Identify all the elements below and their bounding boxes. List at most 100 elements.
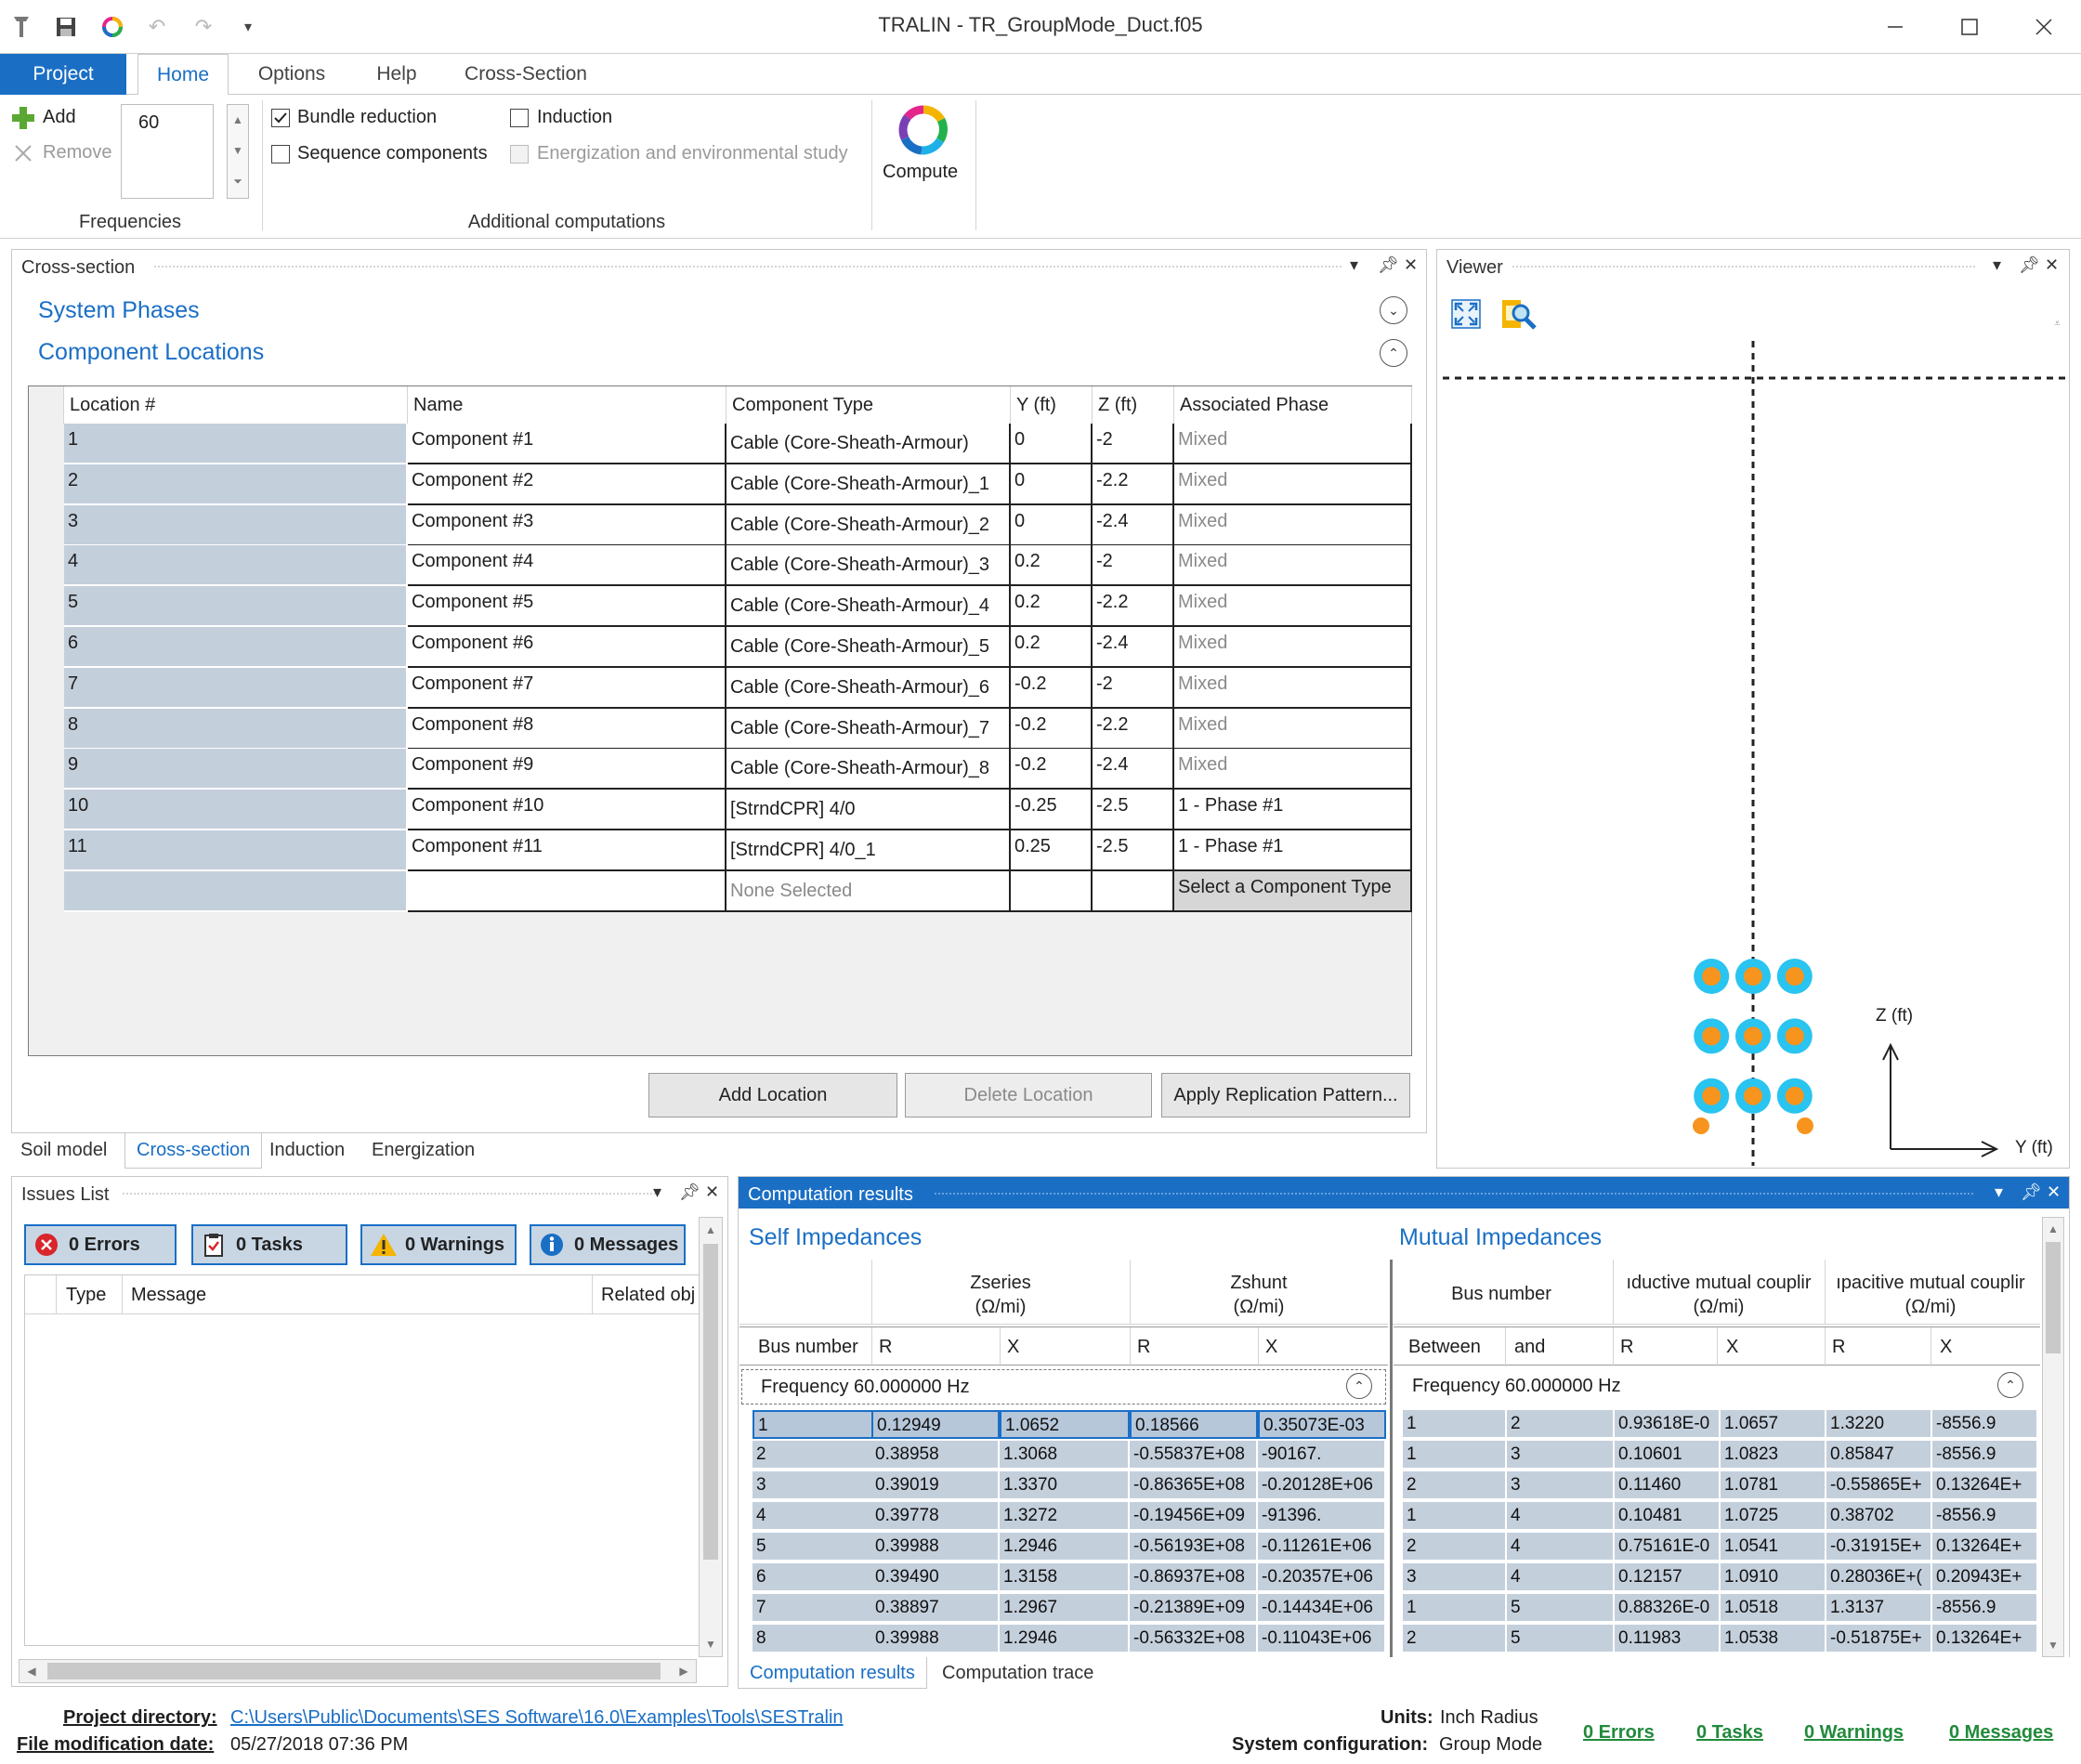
location-cell[interactable]: 3 bbox=[64, 504, 408, 546]
chevron-up-icon[interactable]: ⌃ bbox=[1380, 339, 1407, 367]
column-header[interactable]: X bbox=[1940, 1337, 1952, 1358]
chevron-up-icon[interactable]: ▲ bbox=[2043, 1218, 2063, 1240]
impedance-cell[interactable]: -0.55837E+08 bbox=[1130, 1441, 1258, 1470]
y-cell[interactable]: 0.2 bbox=[1011, 545, 1093, 587]
phase-cell[interactable]: Mixed bbox=[1174, 424, 1412, 464]
y-cell[interactable]: 0.2 bbox=[1011, 586, 1093, 628]
chevron-left-icon[interactable]: ◀ bbox=[20, 1660, 44, 1682]
coupling-cell[interactable]: 1.0538 bbox=[1721, 1625, 1826, 1653]
y-cell[interactable]: -0.2 bbox=[1011, 708, 1093, 750]
tab-options[interactable]: Options bbox=[245, 54, 338, 95]
impedance-cell[interactable]: 0.38897 bbox=[871, 1594, 1000, 1623]
coupling-cell[interactable]: 0.10601 bbox=[1615, 1441, 1721, 1470]
tab-project[interactable]: Project bbox=[0, 54, 126, 95]
phase-cell[interactable]: 1 - Phase #1 bbox=[1174, 790, 1412, 831]
coupling-cell[interactable]: -8556.9 bbox=[1932, 1502, 2038, 1531]
tab-home[interactable]: Home bbox=[137, 54, 229, 96]
compute-button[interactable]: Compute bbox=[883, 162, 958, 183]
location-cell[interactable]: 2 bbox=[64, 464, 408, 505]
coupling-cell[interactable]: 0.13264E+ bbox=[1932, 1625, 2038, 1653]
column-header[interactable]: X bbox=[1007, 1337, 1019, 1358]
zoom-extents-icon[interactable] bbox=[1450, 298, 1482, 330]
column-header[interactable]: Component Type bbox=[726, 386, 1011, 424]
messages-filter-button[interactable]: 0 Messages bbox=[530, 1224, 686, 1265]
impedance-cell[interactable]: -0.14434E+06 bbox=[1258, 1594, 1386, 1623]
coupling-cell[interactable]: 0.75161E-0 bbox=[1615, 1533, 1721, 1561]
phase-cell[interactable]: Mixed bbox=[1174, 749, 1412, 791]
component-type-cell[interactable]: [StrndCPR] 4/0_1 bbox=[726, 830, 1011, 871]
row-header[interactable] bbox=[29, 830, 47, 871]
scroll-thumb[interactable] bbox=[703, 1244, 718, 1560]
bus-cell[interactable]: 2 bbox=[753, 1441, 875, 1470]
chevron-down-icon[interactable]: ⌄ bbox=[1380, 296, 1407, 324]
impedance-cell[interactable]: -0.11261E+06 bbox=[1258, 1533, 1386, 1561]
impedance-cell[interactable]: -0.20357E+06 bbox=[1258, 1563, 1386, 1592]
name-cell[interactable]: Component #3 bbox=[408, 504, 726, 546]
phase-cell[interactable]: Mixed bbox=[1174, 667, 1412, 709]
phase-cell[interactable]: Mixed bbox=[1174, 545, 1412, 587]
column-header[interactable]: Z (ft) bbox=[1093, 386, 1174, 424]
name-cell[interactable]: Component #1 bbox=[408, 424, 726, 464]
impedance-cell[interactable]: -91396. bbox=[1258, 1502, 1386, 1531]
row-header[interactable] bbox=[29, 870, 47, 912]
dropdown-icon[interactable]: ▾ bbox=[1995, 1183, 2003, 1202]
remove-button[interactable]: Remove bbox=[43, 142, 111, 163]
chevron-up-icon[interactable]: ▲ bbox=[228, 105, 248, 136]
column-header[interactable]: Name bbox=[408, 386, 726, 424]
location-cell[interactable]: 6 bbox=[64, 627, 408, 668]
impedance-cell[interactable]: 1.2967 bbox=[1000, 1594, 1130, 1623]
bus-cell[interactable]: 2 bbox=[1507, 1410, 1615, 1439]
coupling-cell[interactable]: 0.12157 bbox=[1615, 1563, 1721, 1592]
project-directory-link[interactable]: C:\Users\Public\Documents\SES Software\1… bbox=[230, 1707, 844, 1729]
coupling-cell[interactable]: -0.31915E+ bbox=[1826, 1533, 1932, 1561]
status-errors-link[interactable]: 0 Errors bbox=[1583, 1722, 1655, 1744]
bus-cell[interactable]: 1 bbox=[1403, 1594, 1507, 1623]
location-cell[interactable]: 7 bbox=[64, 667, 408, 709]
pin-icon[interactable]: 📌︎ bbox=[1378, 255, 1399, 275]
column-header[interactable]: and bbox=[1514, 1337, 1545, 1358]
coupling-cell[interactable]: 0.10481 bbox=[1615, 1502, 1721, 1531]
issues-horizontal-scrollbar[interactable]: ◀ ▶ bbox=[19, 1659, 697, 1683]
issues-vertical-scrollbar[interactable]: ▲ ▼ bbox=[699, 1217, 723, 1657]
y-cell[interactable]: -0.2 bbox=[1011, 749, 1093, 791]
column-header[interactable]: Type bbox=[66, 1285, 106, 1306]
tab-computation-results[interactable]: Computation results bbox=[738, 1657, 927, 1689]
component-type-cell[interactable]: Cable (Core-Sheath-Armour)_6 bbox=[726, 667, 1011, 709]
impedance-cell[interactable]: 0.12949 bbox=[871, 1410, 1000, 1439]
coupling-cell[interactable]: 0.38702 bbox=[1826, 1502, 1932, 1531]
column-header[interactable]: R bbox=[879, 1337, 892, 1358]
tab-computation-trace[interactable]: Computation trace bbox=[942, 1663, 1093, 1684]
impedance-cell[interactable]: -0.19456E+09 bbox=[1130, 1502, 1258, 1531]
bus-cell[interactable]: 4 bbox=[753, 1502, 875, 1531]
coupling-cell[interactable]: -0.51875E+ bbox=[1826, 1625, 1932, 1653]
coupling-cell[interactable]: 0.88326E-0 bbox=[1615, 1594, 1721, 1623]
bus-cell[interactable]: 5 bbox=[1507, 1625, 1615, 1653]
name-cell[interactable]: Component #11 bbox=[408, 830, 726, 871]
pin-icon[interactable]: 📌︎ bbox=[679, 1183, 700, 1202]
y-cell[interactable]: 0 bbox=[1011, 464, 1093, 505]
status-warnings-link[interactable]: 0 Warnings bbox=[1804, 1722, 1904, 1744]
compute-icon[interactable] bbox=[897, 104, 953, 160]
coupling-cell[interactable]: -0.55865E+ bbox=[1826, 1471, 1932, 1500]
coupling-cell[interactable]: 0.28036E+( bbox=[1826, 1563, 1932, 1592]
drag-grip[interactable] bbox=[1512, 265, 1976, 268]
phase-cell[interactable]: Mixed bbox=[1174, 504, 1412, 546]
name-cell[interactable]: Component #7 bbox=[408, 667, 726, 709]
row-header[interactable] bbox=[29, 464, 47, 505]
row-header[interactable] bbox=[29, 504, 47, 546]
impedance-cell[interactable]: 1.2946 bbox=[1000, 1625, 1130, 1653]
location-cell[interactable] bbox=[64, 870, 408, 912]
z-cell[interactable]: -2.4 bbox=[1093, 504, 1174, 546]
close-panel-icon[interactable]: ✕ bbox=[2045, 255, 2059, 275]
frequency-group-row[interactable]: Frequency 60.000000 Hz ⌃ bbox=[741, 1369, 1386, 1405]
impedance-cell[interactable]: 0.39988 bbox=[871, 1533, 1000, 1561]
tab-help[interactable]: Help bbox=[355, 54, 438, 95]
phase-cell[interactable]: Select a Component Type bbox=[1174, 870, 1412, 912]
impedance-cell[interactable]: 0.38958 bbox=[871, 1441, 1000, 1470]
maximize-button[interactable] bbox=[1932, 0, 2007, 54]
phase-cell[interactable]: 1 - Phase #1 bbox=[1174, 830, 1412, 871]
chevron-up-icon[interactable]: ▲ bbox=[700, 1218, 722, 1242]
minimize-button[interactable] bbox=[1858, 0, 1932, 54]
viewer-options-icon[interactable]: ⩡ bbox=[2054, 317, 2061, 331]
chevron-down-icon[interactable]: ▼ bbox=[2043, 1634, 2063, 1656]
